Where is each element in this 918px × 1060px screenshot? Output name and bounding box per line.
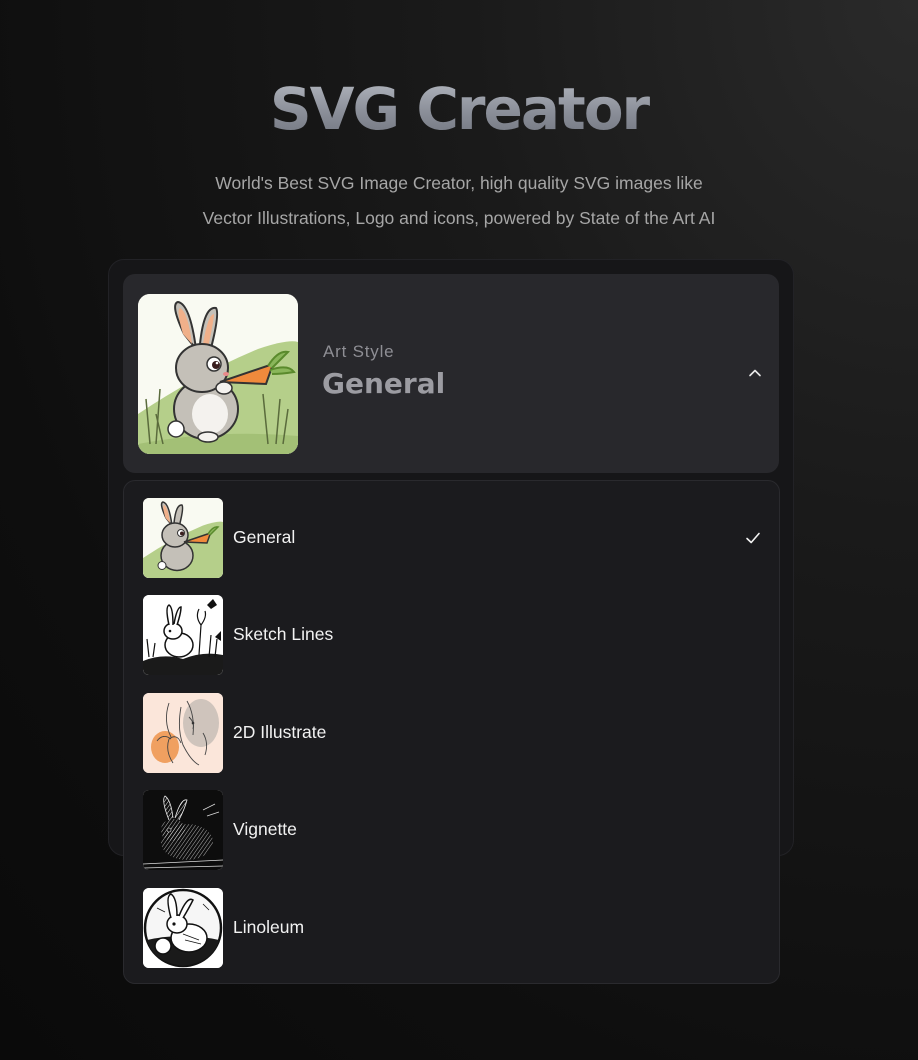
rabbit-carrot-illustration	[138, 294, 298, 454]
option-label: Sketch Lines	[233, 624, 334, 644]
option-label: General	[233, 527, 296, 547]
rabbit-vignette-thumb	[143, 790, 223, 870]
option-linoleum[interactable]: Linoleum	[143, 888, 763, 968]
option-label: 2D Illustrate	[233, 722, 327, 742]
option-general[interactable]: General	[143, 498, 763, 578]
option-vignette[interactable]: Vignette	[143, 790, 763, 870]
page-title: SVG Creator	[0, 74, 918, 144]
option-label: Linoleum	[233, 917, 305, 937]
option-sketch-lines[interactable]: Sketch Lines	[143, 595, 763, 675]
art-style-value: General	[322, 367, 446, 400]
rabbit-2d-thumb	[143, 693, 223, 773]
page-subtitle: World's Best SVG Image Creator, high qua…	[0, 166, 918, 235]
chevron-up-icon[interactable]	[743, 361, 767, 385]
rabbit-general-thumb	[143, 498, 223, 578]
checkmark-icon	[743, 528, 763, 548]
subtitle-line-2: Vector Illustrations, Logo and icons, po…	[202, 207, 716, 228]
subtitle-line-1: World's Best SVG Image Creator, high qua…	[215, 173, 703, 193]
art-style-selector[interactable]: Art Style General	[123, 274, 779, 473]
rabbit-sketch-thumb	[143, 595, 223, 675]
rabbit-linoleum-thumb	[143, 888, 223, 968]
art-style-dropdown: General Sketch Lines 2D Illustrate Vigne…	[123, 480, 780, 984]
art-style-label: Art Style	[323, 342, 395, 361]
option-2d-illustrate[interactable]: 2D Illustrate	[143, 693, 763, 773]
option-label: Vignette	[233, 819, 297, 839]
